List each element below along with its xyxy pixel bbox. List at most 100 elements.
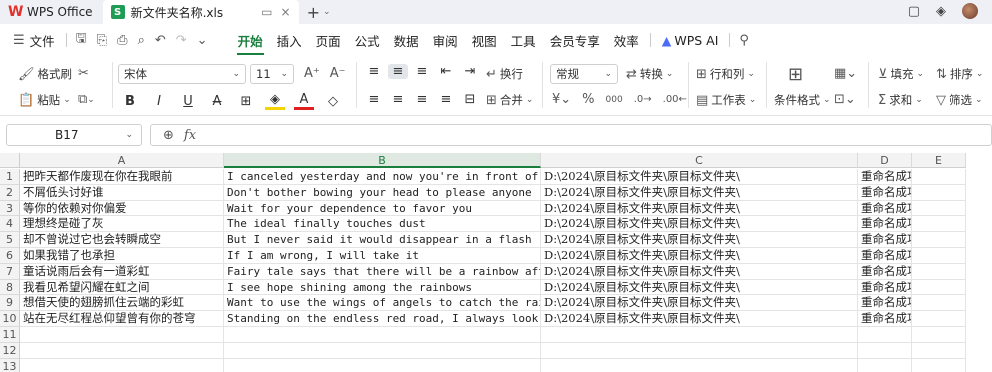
align-top-icon[interactable]: ≡	[364, 64, 384, 79]
font-name-select[interactable]: 宋体 ⌄	[118, 64, 246, 84]
row-header[interactable]: 6	[0, 248, 20, 264]
tab-restore-icon[interactable]: ▭	[261, 5, 272, 19]
cell-b11[interactable]	[224, 327, 541, 343]
skin-icon[interactable]: ◈	[936, 4, 946, 19]
cell-e13[interactable]	[912, 358, 966, 372]
number-format-select[interactable]: 常规 ⌄	[550, 64, 618, 84]
row-header[interactable]: 4	[0, 216, 20, 233]
merge-button[interactable]: ⊞ 合并 ⌄	[486, 92, 533, 108]
currency-icon[interactable]: ¥⌄	[552, 92, 571, 107]
indent-decrease-icon[interactable]: ⇤	[436, 64, 456, 79]
cell-a11[interactable]	[20, 327, 224, 343]
new-tab-button[interactable]: +	[307, 3, 320, 22]
row-header[interactable]: 10	[0, 311, 20, 327]
cell-e6[interactable]	[912, 248, 966, 264]
cell-d9[interactable]: 重命名成功	[858, 295, 912, 312]
cell-d12[interactable]	[858, 342, 912, 359]
cell-d11[interactable]	[858, 327, 912, 343]
print-preview-icon[interactable]: ⌕	[133, 33, 150, 48]
cell-e4[interactable]	[912, 216, 966, 233]
cell-a3[interactable]: 等你的依赖对你偏爱	[20, 200, 224, 217]
indent-increase-icon[interactable]: ⇥	[460, 64, 480, 79]
cell-d2[interactable]: 重命名成功	[858, 184, 912, 201]
format-painter-button[interactable]: 🖌 格式刷	[18, 66, 72, 82]
fill-color-icon[interactable]: ◈	[265, 92, 285, 110]
document-tab[interactable]: S 新文件夹名称.xls ▭ ×	[102, 0, 299, 24]
conditional-format-button[interactable]: 条件格式 ⌄	[774, 92, 831, 108]
convert-button[interactable]: ⇄ 转换 ⌄	[626, 66, 673, 82]
cell-b9[interactable]: Want to use the wings of angels to catch…	[224, 295, 541, 312]
row-header[interactable]: 2	[0, 184, 20, 201]
cell-b4[interactable]: The ideal finally touches dust	[224, 216, 541, 233]
cell-b8[interactable]: I see hope shining among the rainbows	[224, 279, 541, 296]
cell-d4[interactable]: 重命名成功	[858, 216, 912, 233]
fx-icon[interactable]: fx	[184, 128, 196, 143]
cell-c7[interactable]: D:\2024\原目标文件夹\原目标文件夹\	[541, 263, 858, 280]
share-icon[interactable]: ⎘	[92, 33, 112, 48]
fill-button[interactable]: ⊻ 填充 ⌄	[878, 66, 924, 82]
decrease-font-icon[interactable]: A⁻	[330, 66, 346, 81]
new-tab-caret-icon[interactable]: ⌄	[323, 7, 331, 17]
underline-icon[interactable]: U	[178, 94, 198, 109]
worksheet-button[interactable]: ▤ 工作表 ⌄	[696, 92, 756, 108]
cell-e3[interactable]	[912, 200, 966, 217]
cell-e10[interactable]	[912, 311, 966, 327]
column-header-c[interactable]: C	[541, 153, 858, 168]
sort-button[interactable]: ⇅ 排序 ⌄	[936, 66, 983, 82]
cell-d1[interactable]: 重命名成功	[858, 169, 912, 185]
cell-a12[interactable]	[20, 342, 224, 359]
tab-insert[interactable]: 插入	[270, 31, 309, 50]
spreadsheet-grid[interactable]: A B C D E 1 把昨天都作废现在你在我眼前 I canceled yesterday …	[0, 153, 992, 372]
zoom-icon[interactable]: ⊕	[163, 128, 174, 143]
cell-a2[interactable]: 不屑低头讨好谁	[20, 184, 224, 201]
cell-c8[interactable]: D:\2024\原目标文件夹\原目标文件夹\	[541, 279, 858, 296]
tab-wps-ai[interactable]: ▲ WPS AI	[655, 33, 726, 48]
conditional-format-icon[interactable]: ⊞	[788, 64, 803, 85]
quick-access-caret-icon[interactable]: ⌄	[192, 33, 213, 48]
increase-decimal-icon[interactable]: .0→	[634, 94, 652, 105]
cell-a5[interactable]: 却不曾说过它也会转瞬成空	[20, 232, 224, 248]
cell-c1[interactable]: D:\2024\原目标文件夹\原目标文件夹\	[541, 169, 858, 185]
cell-a1[interactable]: 把昨天都作废现在你在我眼前	[20, 169, 224, 185]
filter-button[interactable]: ▽ 筛选 ⌄	[936, 92, 983, 108]
wps-home-tab[interactable]: W WPS Office	[0, 0, 103, 24]
wrap-text-button[interactable]: ↵ 换行	[486, 66, 523, 82]
cell-b6[interactable]: If I am wrong, I will take it	[224, 248, 541, 264]
row-header[interactable]: 11	[0, 327, 20, 343]
row-header[interactable]: 13	[0, 358, 20, 372]
tab-page[interactable]: 页面	[309, 31, 348, 50]
cell-c9[interactable]: D:\2024\原目标文件夹\原目标文件夹\	[541, 295, 858, 312]
undo-icon[interactable]: ↶	[150, 33, 171, 48]
column-header-e[interactable]: E	[912, 153, 966, 168]
font-color-icon[interactable]: A	[294, 92, 314, 110]
percent-icon[interactable]: %	[582, 92, 594, 107]
column-header-a[interactable]: A	[20, 153, 224, 168]
formula-input[interactable]: ⊕ fx	[150, 124, 992, 146]
print-icon[interactable]: ⎙	[112, 33, 132, 48]
cell-d10[interactable]: 重命名成功	[858, 311, 912, 327]
row-header[interactable]: 5	[0, 232, 20, 248]
cell-a9[interactable]: 想借天使的翅膀抓住云端的彩虹	[20, 295, 224, 312]
name-box[interactable]: B17 ⌄	[6, 124, 142, 146]
cut-icon[interactable]: ✂	[78, 66, 89, 81]
cell-c5[interactable]: D:\2024\原目标文件夹\原目标文件夹\	[541, 232, 858, 248]
distributed-icon[interactable]: ⊟	[460, 92, 480, 107]
border-icon[interactable]: ⊞	[236, 94, 256, 109]
cell-b1[interactable]: I canceled yesterday and now you're in f…	[224, 169, 541, 185]
align-middle-icon[interactable]: ≡	[388, 64, 408, 79]
cell-e1[interactable]	[912, 169, 966, 185]
cell-c11[interactable]	[541, 327, 858, 343]
align-left-icon[interactable]: ≡	[364, 92, 384, 107]
thousands-separator-icon[interactable]: 000	[606, 95, 623, 105]
cell-b13[interactable]	[224, 358, 541, 372]
tab-efficiency[interactable]: 效率	[607, 31, 646, 50]
justify-icon[interactable]: ≡	[436, 92, 456, 107]
cell-e9[interactable]	[912, 295, 966, 312]
row-header[interactable]: 9	[0, 295, 20, 312]
paste-button[interactable]: 📋 粘贴 ⌄	[18, 92, 71, 108]
cell-d13[interactable]	[858, 358, 912, 372]
font-size-select[interactable]: 11 ⌄	[250, 64, 294, 84]
cell-b2[interactable]: Don't bother bowing your head to please …	[224, 184, 541, 201]
strikethrough-icon[interactable]: A	[207, 94, 227, 109]
avatar[interactable]	[962, 3, 978, 19]
